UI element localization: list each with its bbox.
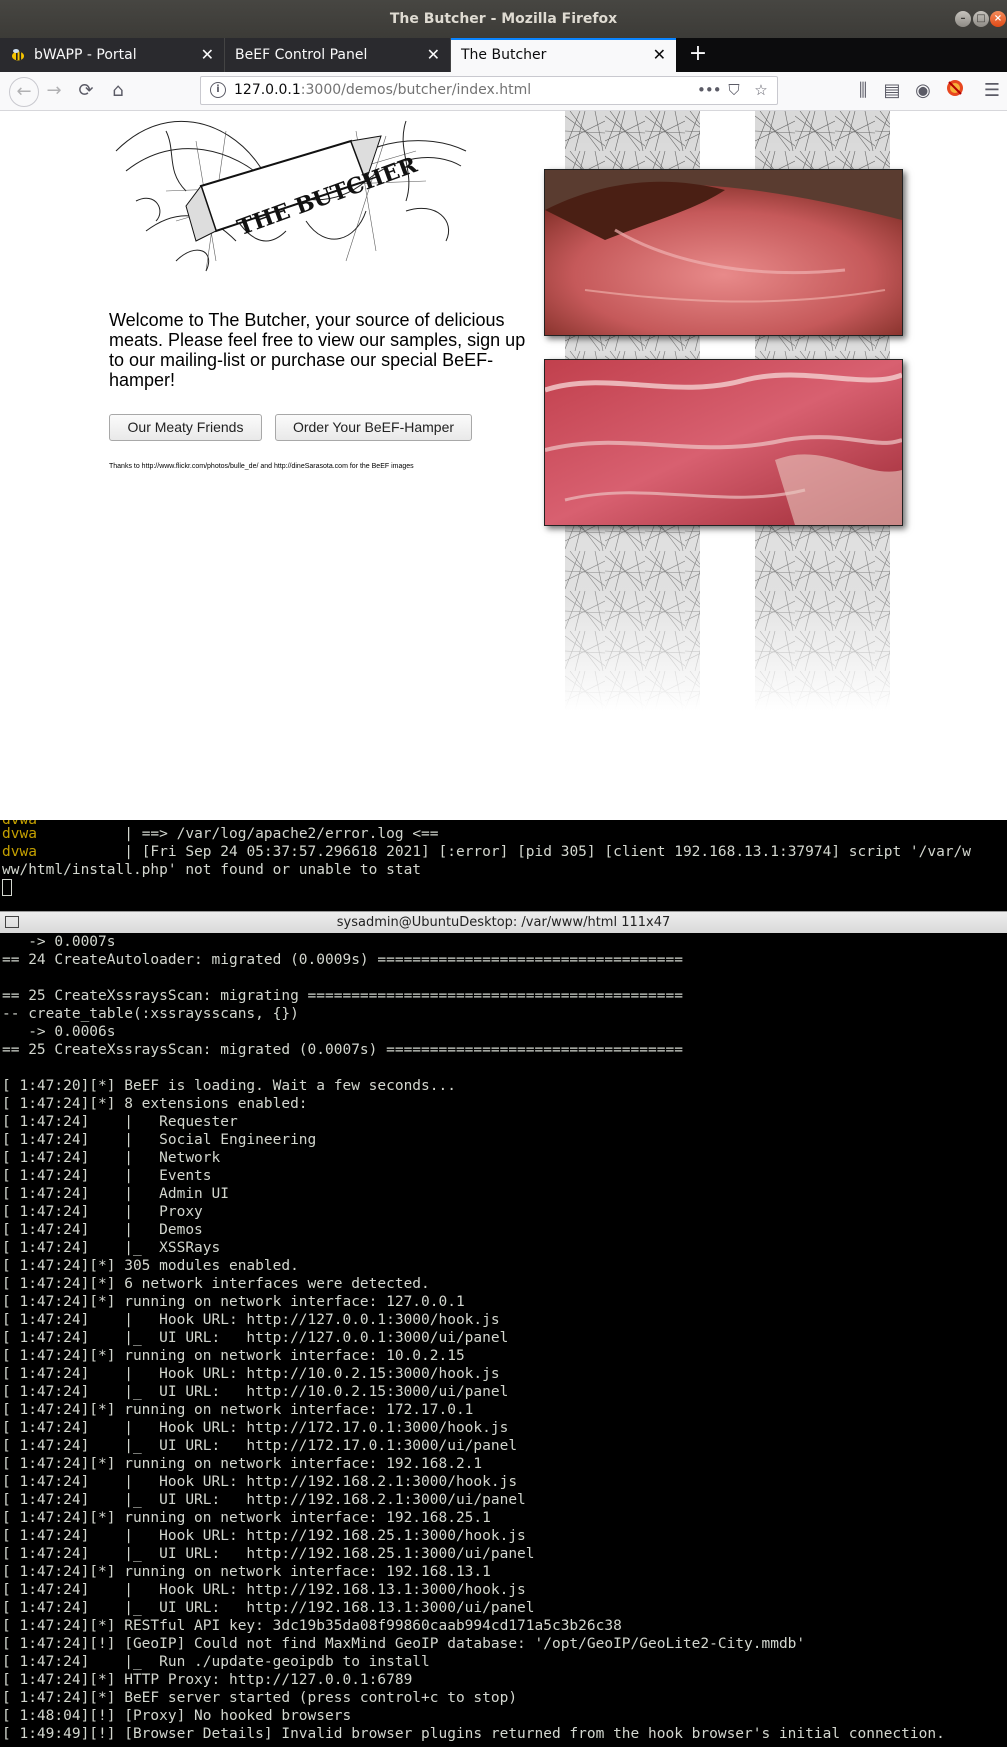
terminal-line: [ 1:47:24] | Hook URL: http://10.0.2.15:…	[2, 1366, 500, 1382]
terminal-cursor	[2, 879, 12, 897]
terminal-line: [ 1:47:24] | Demos	[2, 1222, 203, 1238]
bookmark-star-icon[interactable]: ☆	[751, 80, 771, 100]
terminal-line: == 25 CreateXssraysScan: migrating =====…	[2, 988, 683, 1004]
menu-hamburger-icon[interactable]: ☰	[980, 79, 1004, 103]
close-tab-icon[interactable]: ✕	[653, 40, 666, 70]
terminal-line: [ 1:47:24] | Network	[2, 1150, 221, 1166]
bee-icon	[12, 49, 24, 61]
terminal-line: [ 1:47:24][*] 305 modules enabled.	[2, 1258, 299, 1274]
terminal-line: [ 1:47:24][*] 8 extensions enabled:	[2, 1096, 308, 1112]
window-title: The Butcher - Mozilla Firefox	[389, 11, 618, 27]
terminal-line: [ 1:47:24] | Requester	[2, 1114, 238, 1130]
terminal-line: [ 1:47:24] | Hook URL: http://192.168.2.…	[2, 1474, 518, 1490]
tab-the-butcher[interactable]: The Butcher ✕	[451, 38, 676, 72]
window-titlebar: The Butcher - Mozilla Firefox – □ ×	[0, 0, 1007, 38]
extension-icon[interactable]: ◉	[911, 79, 935, 103]
minimize-icon[interactable]: –	[955, 11, 971, 27]
terminal-line: [ 1:47:24] |_ XSSRays	[2, 1240, 221, 1256]
terminal-line: [ 1:47:24] | Events	[2, 1168, 212, 1184]
terminal-line: [ 1:47:24] | Social Engineering	[2, 1132, 317, 1148]
terminal-line: -> 0.0007s	[2, 934, 116, 950]
maximize-icon[interactable]: □	[973, 11, 989, 27]
terminal-line: [ 1:47:24] | Admin UI	[2, 1186, 229, 1202]
terminal-line: dvwa | [Fri Sep 24 05:37:57.296618 2021]…	[2, 844, 972, 860]
terminal-line: [ 1:47:24] | Hook URL: http://127.0.0.1:…	[2, 1312, 500, 1328]
library-icon[interactable]: ⫼	[851, 79, 875, 103]
page-content: THE BUTCHER Welcome to The Butcher, your…	[0, 111, 1007, 820]
terminal-line: [ 1:47:24] |_ UI URL: http://172.17.0.1:…	[2, 1438, 518, 1454]
roast-beef-photo	[544, 169, 903, 336]
terminal-line: -- create_table(:xssraysscans, {})	[2, 1006, 299, 1022]
terminal-line: [ 1:47:24][*] running on network interfa…	[2, 1402, 474, 1418]
terminal-line: [ 1:47:24][!] [GeoIP] Could not find Max…	[2, 1636, 806, 1652]
back-arrow-icon[interactable]: ←	[9, 77, 39, 107]
tab-beef-control-panel[interactable]: BeEF Control Panel ✕	[225, 38, 451, 72]
page-actions-icon[interactable]: •••	[697, 80, 722, 100]
terminal-line: == 25 CreateXssraysScan: migrated (0.000…	[2, 1042, 683, 1058]
new-tab-button[interactable]: +	[683, 38, 713, 72]
terminal-icon	[5, 916, 19, 928]
terminal-line: [ 1:47:24] |_ UI URL: http://10.0.2.15:3…	[2, 1384, 509, 1400]
terminal-line: [ 1:47:24][*] running on network interfa…	[2, 1456, 483, 1472]
welcome-text: Welcome to The Butcher, your source of d…	[109, 310, 526, 390]
terminal-line: [ 1:47:24] | Hook URL: http://192.168.25…	[2, 1528, 526, 1544]
terminal-line: dvwa | ==> /var/log/apache2/error.log <=…	[2, 826, 439, 842]
tab-label: The Butcher	[461, 47, 547, 63]
forward-arrow-icon[interactable]: →	[42, 79, 66, 103]
site-info-icon[interactable]: i	[210, 82, 226, 98]
tab-label: BeEF Control Panel	[235, 47, 368, 63]
close-tab-icon[interactable]: ✕	[427, 38, 440, 72]
terminal-line: == 24 CreateAutoloader: migrated (0.0009…	[2, 952, 683, 968]
terminal-line: [ 1:47:24] |_ UI URL: http://192.168.13.…	[2, 1600, 535, 1616]
terminal-line: [ 1:47:24] | Hook URL: http://172.17.0.1…	[2, 1420, 509, 1436]
terminal-line: [ 1:47:24][*] BeEF server started (press…	[2, 1690, 518, 1706]
terminal-line: [ 1:47:24][*] running on network interfa…	[2, 1294, 465, 1310]
terminal-line: [ 1:47:24][*] running on network interfa…	[2, 1348, 465, 1364]
navigation-toolbar: ← → ⟳ ⌂ i 127.0.0.1:3000/demos/butcher/i…	[0, 72, 1007, 111]
terminal-line: [ 1:47:24][*] RESTful API key: 3dc19b35d…	[2, 1618, 622, 1634]
close-window-icon[interactable]: ×	[990, 11, 1006, 27]
terminal-line: [ 1:47:24] |_ Run ./update-geoipdb to in…	[2, 1654, 430, 1670]
terminal-line: [ 1:47:24][*] 6 network interfaces were …	[2, 1276, 430, 1292]
terminal-line: [ 1:47:20][*] BeEF is loading. Wait a fe…	[2, 1078, 456, 1094]
terminal-line: -> 0.0006s	[2, 1024, 116, 1040]
tab-label: bWAPP - Portal	[34, 47, 137, 63]
butcher-logo: THE BUTCHER	[115, 120, 467, 272]
terminal-title: sysadmin@UbuntuDesktop: /var/www/html 11…	[336, 915, 671, 930]
home-icon[interactable]: ⌂	[106, 79, 130, 103]
tab-bwapp[interactable]: bWAPP - Portal ✕	[0, 38, 225, 72]
url-text: 127.0.0.1:3000/demos/butcher/index.html	[234, 82, 532, 98]
terminal-beef-output[interactable]: -> 0.0007s == 24 CreateAutoloader: migrat…	[0, 933, 1007, 1747]
terminal-line: [ 1:47:24] |_ UI URL: http://192.168.2.1…	[2, 1492, 526, 1508]
terminal-output: -> 0.0007s == 24 CreateAutoloader: migrat…	[2, 933, 1007, 1743]
terminal-line: [ 1:47:24][*] HTTP Proxy: http://127.0.0…	[2, 1672, 413, 1688]
sidebar-icon[interactable]: ▤	[880, 79, 904, 103]
raw-meat-photo	[544, 359, 903, 526]
order-beef-hamper-button[interactable]: Order Your BeEF-Hamper	[275, 414, 472, 441]
close-tab-icon[interactable]: ✕	[201, 38, 214, 72]
image-credits: Thanks to http://www.flickr.com/photos/b…	[109, 463, 414, 470]
terminal-line: [ 1:47:24] | Proxy	[2, 1204, 203, 1220]
address-bar[interactable]: i 127.0.0.1:3000/demos/butcher/index.htm…	[200, 76, 778, 105]
noscript-icon[interactable]	[943, 79, 967, 103]
terminal-line: [ 1:47:24][*] running on network interfa…	[2, 1510, 491, 1526]
terminal-docker-logs[interactable]: dvwa dvwa | ==> /var/log/apache2/error.l…	[0, 820, 1007, 910]
terminal-titlebar[interactable]: sysadmin@UbuntuDesktop: /var/www/html 11…	[0, 911, 1007, 933]
terminal-line: [ 1:48:04][!] [Proxy] No hooked browsers	[2, 1708, 352, 1724]
terminal-line: [ 1:47:24] |_ UI URL: http://192.168.25.…	[2, 1546, 535, 1562]
reload-icon[interactable]: ⟳	[74, 79, 98, 103]
terminal-line: [ 1:47:24] | Hook URL: http://192.168.13…	[2, 1582, 526, 1598]
firefox-window: The Butcher - Mozilla Firefox – □ × bWAP…	[0, 0, 1007, 820]
tab-bar: bWAPP - Portal ✕ BeEF Control Panel ✕ Th…	[0, 38, 1007, 72]
pocket-icon[interactable]: ⛉	[724, 80, 744, 100]
terminal-line: [ 1:47:24][*] running on network interfa…	[2, 1564, 491, 1580]
terminal-line: [ 1:49:49][!] [Browser Details] Invalid …	[2, 1726, 945, 1742]
terminal-line: ww/html/install.php' not found or unable…	[2, 862, 422, 878]
our-meaty-friends-button[interactable]: Our Meaty Friends	[109, 414, 262, 441]
terminal-line: [ 1:47:24] |_ UI URL: http://127.0.0.1:3…	[2, 1330, 509, 1346]
